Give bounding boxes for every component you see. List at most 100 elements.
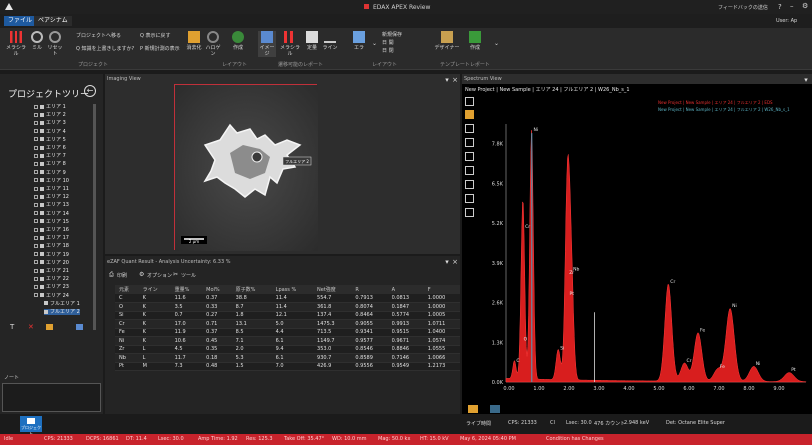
print-icon[interactable]: ⎙ — [109, 271, 114, 279]
ribbon-mill-button[interactable]: ミル — [30, 31, 44, 51]
expand-icon[interactable] — [34, 219, 38, 224]
pin-icon[interactable]: ▾ — [802, 76, 810, 84]
expand-icon[interactable] — [34, 252, 38, 257]
quant-header-cell[interactable]: 元素 — [115, 285, 139, 294]
chevron-down-icon[interactable]: ⌄ — [494, 40, 499, 47]
notes-textarea[interactable] — [2, 383, 101, 412]
ribbon-new-measure-link[interactable]: P 新規計測の表示 — [140, 45, 180, 52]
ribbon-open-link[interactable]: 日 開 — [382, 39, 394, 46]
quant-header-cell[interactable]: R — [351, 285, 388, 294]
tree-tool-folder-icon[interactable] — [46, 324, 53, 330]
expand-icon[interactable] — [34, 293, 38, 298]
tree-item[interactable]: エリア 11 — [34, 186, 69, 192]
expand-icon[interactable] — [34, 137, 38, 142]
tree-item[interactable]: エリア 16 — [34, 227, 69, 233]
menu-file[interactable]: ファイル — [4, 16, 37, 26]
settings-icon[interactable]: ⚙ — [802, 2, 808, 10]
quant-table-row[interactable]: Fe K 11.9 0.37 8.5 4.4 713.5 0.9341 0.9515 1.0400 — [115, 328, 460, 337]
expand-icon[interactable] — [34, 120, 38, 125]
tree-item[interactable]: エリア 14 — [34, 211, 69, 217]
expand-icon[interactable] — [34, 112, 38, 117]
quant-table-row[interactable]: C K 11.6 0.37 38.8 11.4 554.7 0.7913 0.0813 1.000… — [115, 294, 460, 303]
tree-item[interactable]: エリア 8 — [34, 161, 66, 167]
spectrum-mode-button-1[interactable] — [468, 405, 478, 413]
expand-icon[interactable] — [34, 211, 38, 216]
quant-header-cell[interactable]: Mol% — [202, 285, 232, 294]
quant-table-row[interactable]: O K 3.5 0.33 8.7 11.4 361.8 0.8074 0.1847 1.0000 — [115, 302, 460, 312]
ribbon-quant-button[interactable]: 定量 — [304, 31, 320, 51]
quant-header-cell[interactable]: A — [387, 285, 424, 294]
expand-icon[interactable] — [34, 170, 38, 175]
quant-table-row[interactable]: Zr L 4.5 0.35 2.0 9.4 353.0 0.8546 0.8846 1.0555 — [115, 345, 460, 354]
expand-icon[interactable] — [34, 235, 38, 240]
menu-tab-active[interactable]: ペアシナム — [34, 16, 72, 26]
expand-icon[interactable] — [34, 284, 38, 289]
scrollbar[interactable] — [93, 104, 96, 330]
expand-icon[interactable] — [34, 186, 38, 191]
minimize-button[interactable]: – — [790, 2, 794, 10]
quant-header-cell[interactable]: 原子数% — [231, 285, 272, 294]
sem-image[interactable]: 2 µm フルエリア 2 — [174, 84, 318, 251]
ribbon-image-button[interactable]: イメージ — [258, 31, 276, 57]
tree-item[interactable]: エリア 18 — [34, 243, 69, 249]
tree-item[interactable]: エリア 6 — [34, 145, 66, 151]
expand-icon[interactable] — [34, 194, 38, 199]
quant-table-row[interactable]: Si K 0.7 0.27 1.8 12.1 137.4 0.8464 0.5774 1.0005 — [115, 311, 460, 320]
ribbon-overwrite-link[interactable]: Q 知識を上書きしますか? — [76, 45, 134, 52]
chevron-down-icon[interactable]: ⌄ — [372, 40, 377, 47]
quant-table-row[interactable]: Nb L 11.7 0.18 5.3 6.1 930.7 0.8589 0.7146 1.0066 — [115, 353, 460, 363]
tree-item[interactable]: エリア 9 — [34, 170, 66, 176]
ribbon-project-link[interactable]: ブロジェクトへ移る — [76, 32, 121, 39]
tree-item[interactable]: エリア 17 — [34, 235, 69, 241]
ribbon-create-button[interactable]: 作成 — [230, 31, 246, 51]
pin-icon[interactable]: ▾ — [443, 76, 451, 84]
tree-item[interactable]: エリア 2 — [34, 112, 66, 118]
tree-item[interactable]: エリア 24 — [34, 293, 69, 299]
tree-item[interactable]: エリア 21 — [34, 268, 69, 274]
print-button[interactable]: 印刷 — [117, 272, 127, 279]
ribbon-clear-button[interactable]: 消去化 — [186, 31, 202, 51]
tree-item[interactable]: エリア 10 — [34, 178, 69, 184]
quant-header-cell[interactable]: ライン — [138, 285, 171, 294]
ribbon-spectrum2-button[interactable]: メラシラル — [278, 31, 302, 57]
ribbon-designer-button[interactable]: デザイナー — [434, 31, 460, 51]
close-icon[interactable]: × — [451, 258, 459, 266]
tree-item[interactable]: エリア 7 — [34, 153, 66, 159]
spectrum-chart[interactable]: 7.8K 6.5K 5.2K 3.9K 2.6K 1.3K 0.0K0.00 1.00 2.00… — [462, 94, 812, 394]
quant-header-cell[interactable]: F — [423, 285, 460, 294]
expand-icon[interactable] — [34, 243, 38, 248]
ribbon-map-button[interactable]: エラ — [348, 31, 370, 51]
help-icon[interactable]: ? — [778, 3, 782, 11]
expand-icon[interactable] — [34, 268, 38, 273]
tree-item[interactable]: エリア 4 — [34, 129, 66, 135]
ribbon-spectrum-button[interactable]: メラシラル — [4, 31, 28, 57]
expand-icon[interactable] — [34, 145, 38, 150]
expand-icon[interactable] — [34, 276, 38, 281]
options-button[interactable]: オプション — [147, 272, 172, 279]
expand-icon[interactable] — [34, 178, 38, 183]
tree-item[interactable]: エリア 15 — [34, 219, 69, 225]
tree-tool-t-icon[interactable]: T — [10, 323, 14, 331]
tree-item[interactable]: エリア 19 — [34, 252, 69, 258]
quant-header-cell[interactable]: Lpass % — [271, 285, 314, 294]
expand-icon[interactable] — [34, 104, 38, 109]
ribbon-create2-button[interactable]: 作成 — [466, 31, 484, 51]
expand-icon[interactable] — [34, 153, 38, 158]
expand-icon[interactable] — [34, 129, 38, 134]
feedback-link[interactable]: フィードバックの送信 — [718, 4, 768, 11]
expand-icon[interactable] — [34, 161, 38, 166]
app-launcher-button[interactable]: ブロジェクト — [20, 416, 42, 436]
ribbon-halogen-button[interactable]: ハロゲン — [204, 31, 222, 57]
tree-item[interactable]: エリア 13 — [34, 202, 69, 208]
expand-icon[interactable] — [34, 260, 38, 265]
quant-header-cell[interactable]: 重量% — [170, 285, 203, 294]
pin-icon[interactable]: ▾ — [443, 258, 451, 266]
tools-button[interactable]: ツール — [181, 272, 196, 279]
expand-icon[interactable] — [34, 202, 38, 207]
spectrum-mode-button-2[interactable] — [490, 405, 500, 413]
back-arrow-icon[interactable]: ← — [84, 85, 96, 97]
tree-item[interactable]: エリア 3 — [34, 120, 66, 126]
options-icon[interactable]: ⚙ — [139, 271, 144, 278]
tree-sub-item[interactable]: フルエリア 1 — [44, 301, 80, 307]
tree-item[interactable]: エリア 12 — [34, 194, 69, 200]
